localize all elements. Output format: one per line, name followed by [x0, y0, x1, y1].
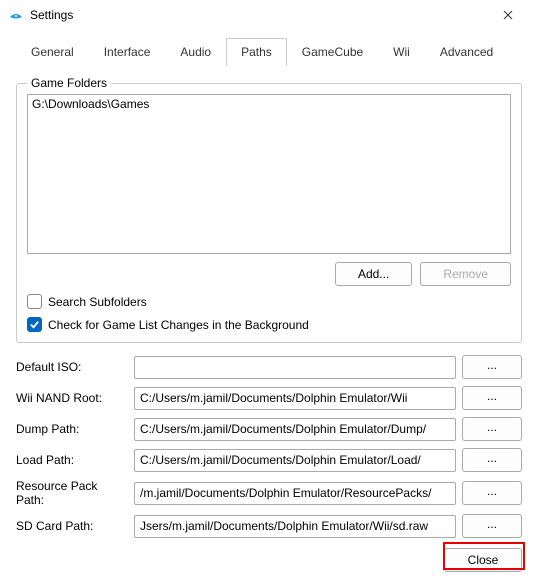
- tab-paths[interactable]: Paths: [226, 38, 287, 66]
- background-check-checkbox[interactable]: [27, 317, 42, 332]
- sd-card-path-label: SD Card Path:: [16, 519, 128, 533]
- resource-pack-path-input[interactable]: /m.jamil/Documents/Dolphin Emulator/Reso…: [134, 482, 456, 505]
- game-folders-group: Game Folders G:\Downloads\Games Add... R…: [16, 83, 522, 343]
- search-subfolders-label: Search Subfolders: [48, 295, 147, 309]
- resource-pack-path-label: Resource Pack Path:: [16, 479, 128, 507]
- dump-path-label: Dump Path:: [16, 422, 128, 436]
- default-iso-label: Default ISO:: [16, 360, 128, 374]
- resource-pack-path-browse[interactable]: ...: [462, 481, 522, 505]
- tab-advanced[interactable]: Advanced: [425, 38, 508, 65]
- tab-interface[interactable]: Interface: [89, 38, 166, 65]
- load-path-input[interactable]: C:/Users/m.jamil/Documents/Dolphin Emula…: [134, 449, 456, 472]
- window-close-button[interactable]: [486, 0, 530, 30]
- window-title: Settings: [30, 8, 486, 22]
- dump-path-input[interactable]: C:/Users/m.jamil/Documents/Dolphin Emula…: [134, 418, 456, 441]
- close-button[interactable]: Close: [444, 548, 522, 572]
- default-iso-input[interactable]: [134, 356, 456, 379]
- background-check-label: Check for Game List Changes in the Backg…: [48, 318, 309, 332]
- load-path-label: Load Path:: [16, 453, 128, 467]
- wii-nand-root-browse[interactable]: ...: [462, 386, 522, 410]
- list-item[interactable]: G:\Downloads\Games: [32, 97, 506, 111]
- dump-path-browse[interactable]: ...: [462, 417, 522, 441]
- default-iso-browse[interactable]: ...: [462, 355, 522, 379]
- close-icon: [503, 10, 513, 20]
- titlebar: Settings: [0, 0, 538, 30]
- load-path-browse[interactable]: ...: [462, 448, 522, 472]
- game-folders-list[interactable]: G:\Downloads\Games: [27, 94, 511, 254]
- tabs: General Interface Audio Paths GameCube W…: [0, 30, 538, 66]
- tab-wii[interactable]: Wii: [378, 38, 425, 65]
- wii-nand-root-label: Wii NAND Root:: [16, 391, 128, 405]
- tab-audio[interactable]: Audio: [165, 38, 226, 65]
- wii-nand-root-input[interactable]: C:/Users/m.jamil/Documents/Dolphin Emula…: [134, 387, 456, 410]
- sd-card-path-input[interactable]: Jsers/m.jamil/Documents/Dolphin Emulator…: [134, 515, 456, 538]
- app-icon: [8, 7, 24, 23]
- add-button[interactable]: Add...: [335, 262, 412, 286]
- tab-gamecube[interactable]: GameCube: [287, 38, 378, 65]
- game-folders-label: Game Folders: [27, 76, 111, 90]
- tab-general[interactable]: General: [16, 38, 89, 65]
- search-subfolders-checkbox[interactable]: [27, 294, 42, 309]
- sd-card-path-browse[interactable]: ...: [462, 514, 522, 538]
- remove-button: Remove: [420, 262, 511, 286]
